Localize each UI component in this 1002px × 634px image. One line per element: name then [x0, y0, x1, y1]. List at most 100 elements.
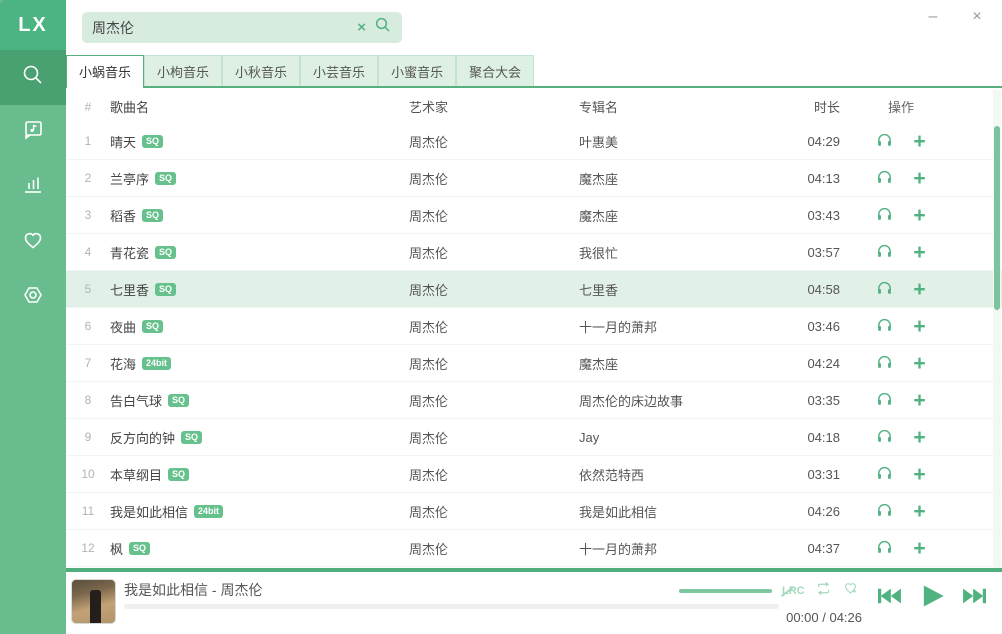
add-to-playlist-button[interactable]: +	[913, 501, 925, 522]
topbar: × – ×	[66, 0, 1002, 55]
add-to-playlist-button[interactable]: +	[913, 538, 925, 559]
source-tab-聚合大会[interactable]: 聚合大会	[456, 55, 534, 86]
add-to-playlist-button[interactable]: +	[913, 279, 925, 300]
listen-button[interactable]	[876, 353, 893, 373]
duration-cell: 04:58	[774, 282, 846, 297]
header-index: #	[66, 100, 110, 114]
table-row[interactable]: 9 反方向的钟 SQ 周杰伦 Jay 04:18 +	[66, 419, 1002, 456]
sidebar-item-favorites[interactable]	[0, 215, 66, 270]
table-row[interactable]: 6 夜曲 SQ 周杰伦 十一月的萧邦 03:46 +	[66, 308, 1002, 345]
listen-button[interactable]	[876, 205, 893, 225]
source-tab-小蜗音乐[interactable]: 小蜗音乐	[66, 55, 144, 86]
song-name-cell: 稻香 SQ	[110, 206, 409, 225]
table-row[interactable]: 7 花海 24bit 周杰伦 魔杰座 04:24 +	[66, 345, 1002, 382]
add-to-playlist-button[interactable]: +	[913, 390, 925, 411]
table-row[interactable]: 1 晴天 SQ 周杰伦 叶惠美 04:29 +	[66, 123, 1002, 160]
table-row[interactable]: 10 本草纲目 SQ 周杰伦 依然范特西 03:31 +	[66, 456, 1002, 493]
add-to-playlist-button[interactable]: +	[913, 353, 925, 374]
album-cell: 十一月的萧邦	[579, 317, 774, 336]
listen-button[interactable]	[876, 390, 893, 410]
table-scrollbar[interactable]	[993, 90, 1001, 568]
headphone-icon	[876, 131, 893, 151]
album-cell: 七里香	[579, 280, 774, 299]
clear-search-icon[interactable]: ×	[349, 19, 374, 36]
table-row[interactable]: 5 七里香 SQ 周杰伦 七里香 04:58 +	[66, 271, 1002, 308]
row-index: 8	[66, 393, 110, 407]
row-index: 7	[66, 356, 110, 370]
close-button[interactable]: ×	[966, 6, 988, 28]
search-input[interactable]	[92, 20, 349, 36]
listen-button[interactable]	[876, 427, 893, 447]
album-cell: 魔杰座	[579, 206, 774, 225]
table-row[interactable]: 4 青花瓷 SQ 周杰伦 我很忙 03:57 +	[66, 234, 1002, 271]
album-cell: 魔杰座	[579, 354, 774, 373]
listen-button[interactable]	[876, 538, 893, 558]
settings-icon	[21, 283, 45, 312]
add-to-playlist-button[interactable]: +	[913, 168, 925, 189]
player-bar: 我是如此相信 - 周杰伦 LRC 00:00 / 04:26	[66, 568, 1002, 634]
row-actions: +	[846, 279, 956, 300]
song-title: 晴天	[110, 132, 136, 151]
source-tab-小芸音乐[interactable]: 小芸音乐	[300, 55, 378, 86]
search-submit-button[interactable]	[374, 16, 392, 39]
play-button[interactable]	[918, 582, 946, 610]
add-to-playlist-button[interactable]: +	[913, 427, 925, 448]
listen-button[interactable]	[876, 279, 893, 299]
song-title: 稻香	[110, 206, 136, 225]
artist-cell: 周杰伦	[409, 428, 579, 447]
play-mode-loop-icon[interactable]	[815, 581, 832, 601]
artist-cell: 周杰伦	[409, 280, 579, 299]
artist-cell: 周杰伦	[409, 391, 579, 410]
duration-cell: 03:31	[774, 467, 846, 482]
listen-button[interactable]	[876, 242, 893, 262]
song-title: 本草纲目	[110, 465, 162, 484]
previous-button[interactable]	[876, 585, 902, 607]
album-art[interactable]	[71, 579, 116, 624]
next-button[interactable]	[962, 585, 988, 607]
artist-cell: 周杰伦	[409, 243, 579, 262]
lyrics-toggle-icon[interactable]: LRC	[782, 585, 805, 597]
add-to-playlist-button[interactable]: +	[913, 242, 925, 263]
row-index: 6	[66, 319, 110, 333]
source-tab-小枸音乐[interactable]: 小枸音乐	[144, 55, 222, 86]
love-song-icon[interactable]	[842, 580, 859, 601]
table-row[interactable]: 2 兰亭序 SQ 周杰伦 魔杰座 04:13 +	[66, 160, 1002, 197]
listen-button[interactable]	[876, 501, 893, 521]
listen-button[interactable]	[876, 168, 893, 188]
row-index: 11	[66, 504, 110, 518]
listen-button[interactable]	[876, 316, 893, 336]
table-row[interactable]: 11 我是如此相信 24bit 周杰伦 我是如此相信 04:26 +	[66, 493, 1002, 530]
table-row[interactable]: 3 稻香 SQ 周杰伦 魔杰座 03:43 +	[66, 197, 1002, 234]
magnifier-icon	[374, 16, 392, 39]
sidebar-item-songlist[interactable]	[0, 105, 66, 160]
quality-badge: SQ	[142, 320, 163, 333]
table-row[interactable]: 8 告白气球 SQ 周杰伦 周杰伦的床边故事 03:35 +	[66, 382, 1002, 419]
volume-slider[interactable]	[679, 589, 772, 593]
add-to-playlist-button[interactable]: +	[913, 464, 925, 485]
row-index: 3	[66, 208, 110, 222]
scrollbar-thumb[interactable]	[994, 126, 1000, 310]
song-title: 反方向的钟	[110, 428, 175, 447]
add-to-playlist-button[interactable]: +	[913, 316, 925, 337]
sidebar-item-search[interactable]	[0, 50, 66, 105]
now-playing-title: 我是如此相信 - 周杰伦	[124, 580, 262, 600]
add-to-playlist-button[interactable]: +	[913, 205, 925, 226]
duration-cell: 04:13	[774, 171, 846, 186]
source-tab-小蜜音乐[interactable]: 小蜜音乐	[378, 55, 456, 86]
song-title: 青花瓷	[110, 243, 149, 262]
table-row[interactable]: 12 枫 SQ 周杰伦 十一月的萧邦 04:37 +	[66, 530, 1002, 567]
row-actions: +	[846, 316, 956, 337]
row-actions: +	[846, 242, 956, 263]
listen-button[interactable]	[876, 131, 893, 151]
minimize-button[interactable]: –	[922, 6, 944, 28]
source-tab-小秋音乐[interactable]: 小秋音乐	[222, 55, 300, 86]
search-box[interactable]: ×	[82, 12, 402, 43]
sidebar-item-leaderboard[interactable]	[0, 160, 66, 215]
progress-bar[interactable]	[124, 604, 779, 609]
row-actions: +	[846, 501, 956, 522]
listen-button[interactable]	[876, 464, 893, 484]
artist-cell: 周杰伦	[409, 169, 579, 188]
artist-cell: 周杰伦	[409, 132, 579, 151]
add-to-playlist-button[interactable]: +	[913, 131, 925, 152]
sidebar-item-settings[interactable]	[0, 270, 66, 325]
